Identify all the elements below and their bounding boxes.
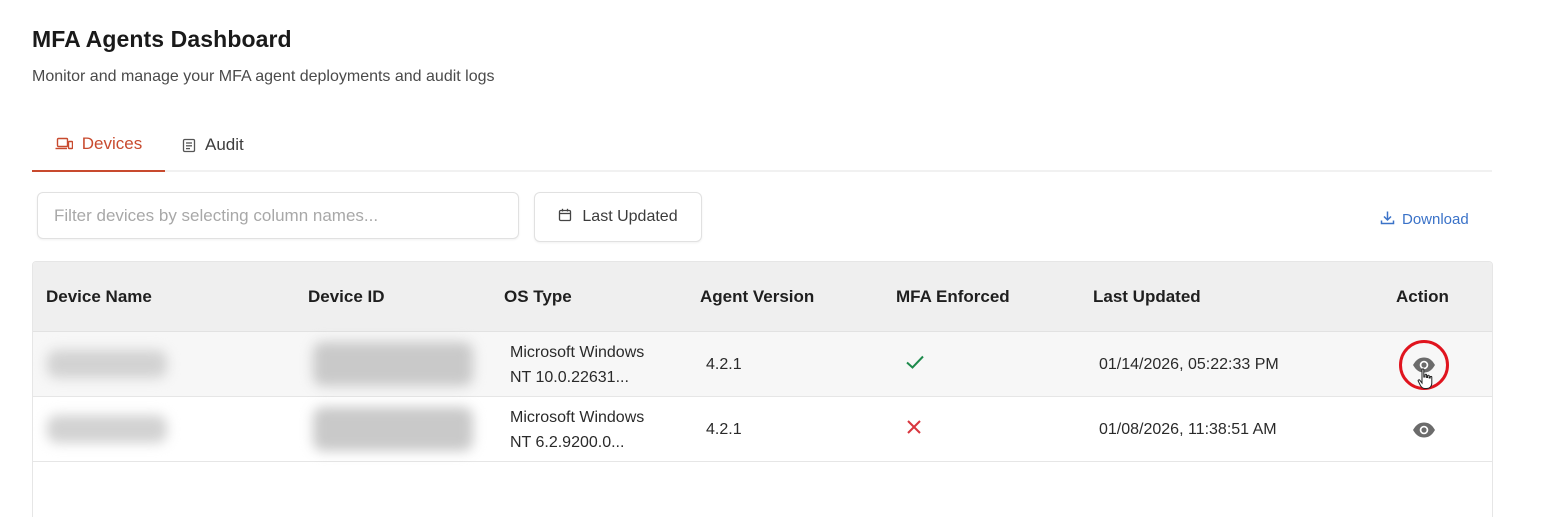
download-icon xyxy=(1380,210,1395,229)
document-icon xyxy=(182,138,196,153)
device-name-redacted xyxy=(47,350,167,378)
download-button[interactable]: Download xyxy=(1380,210,1469,229)
tab-devices[interactable]: Devices xyxy=(32,118,165,172)
page-title: MFA Agents Dashboard xyxy=(32,26,292,52)
devices-table: Device Name Device ID OS Type Agent Vers… xyxy=(32,261,1493,517)
tab-audit[interactable]: Audit xyxy=(182,118,272,172)
column-header-os-type[interactable]: OS Type xyxy=(504,262,572,332)
os-type-line: Microsoft Windows xyxy=(510,408,645,426)
os-type-line: NT 10.0.22631... xyxy=(510,368,629,386)
filter-input[interactable] xyxy=(37,192,519,239)
last-updated-cell: 01/08/2026, 11:38:51 AM xyxy=(1099,420,1277,438)
tab-devices-label: Devices xyxy=(81,134,143,153)
agent-version-cell: 4.2.1 xyxy=(706,355,742,373)
os-type-cell: Microsoft Windows NT 6.2.9200.0... xyxy=(510,397,644,462)
column-header-device-id[interactable]: Device ID xyxy=(308,262,385,332)
last-updated-filter-label: Last Updated xyxy=(582,208,678,225)
laptop-icon xyxy=(55,137,73,151)
column-header-last-updated[interactable]: Last Updated xyxy=(1093,262,1201,332)
column-header-device-name[interactable]: Device Name xyxy=(46,262,152,332)
page-subtitle: Monitor and manage your MFA agent deploy… xyxy=(32,68,495,85)
device-name-redacted xyxy=(47,415,167,443)
agent-version-cell: 4.2.1 xyxy=(706,420,742,438)
table-row[interactable]: Microsoft Windows NT 6.2.9200.0... 4.2.1… xyxy=(33,397,1492,462)
device-id-redacted xyxy=(313,407,473,451)
check-icon xyxy=(905,354,925,375)
mfa-enforced-cell xyxy=(905,332,925,397)
device-id-redacted xyxy=(313,342,473,386)
tab-audit-label: Audit xyxy=(205,135,244,154)
hand-cursor-icon xyxy=(1417,368,1433,395)
download-label: Download xyxy=(1402,211,1469,228)
column-header-action: Action xyxy=(1396,287,1449,306)
last-updated-filter-button[interactable]: Last Updated xyxy=(534,192,702,242)
column-header-agent-version[interactable]: Agent Version xyxy=(700,262,814,332)
last-updated-cell: 01/14/2026, 05:22:33 PM xyxy=(1099,355,1279,373)
cross-icon xyxy=(906,419,922,440)
os-type-line: NT 6.2.9200.0... xyxy=(510,433,625,451)
calendar-icon xyxy=(558,208,572,227)
table-header: Device Name Device ID OS Type Agent Vers… xyxy=(33,262,1492,332)
column-header-mfa-enforced[interactable]: MFA Enforced xyxy=(896,262,1010,332)
view-eye-icon[interactable] xyxy=(1411,417,1437,443)
os-type-line: Microsoft Windows xyxy=(510,343,645,361)
mfa-enforced-cell xyxy=(906,397,922,462)
tab-bar: Devices Audit xyxy=(32,118,1492,172)
table-row[interactable]: Microsoft Windows NT 10.0.22631... 4.2.1… xyxy=(33,332,1492,397)
os-type-cell: Microsoft Windows NT 10.0.22631... xyxy=(510,332,644,397)
